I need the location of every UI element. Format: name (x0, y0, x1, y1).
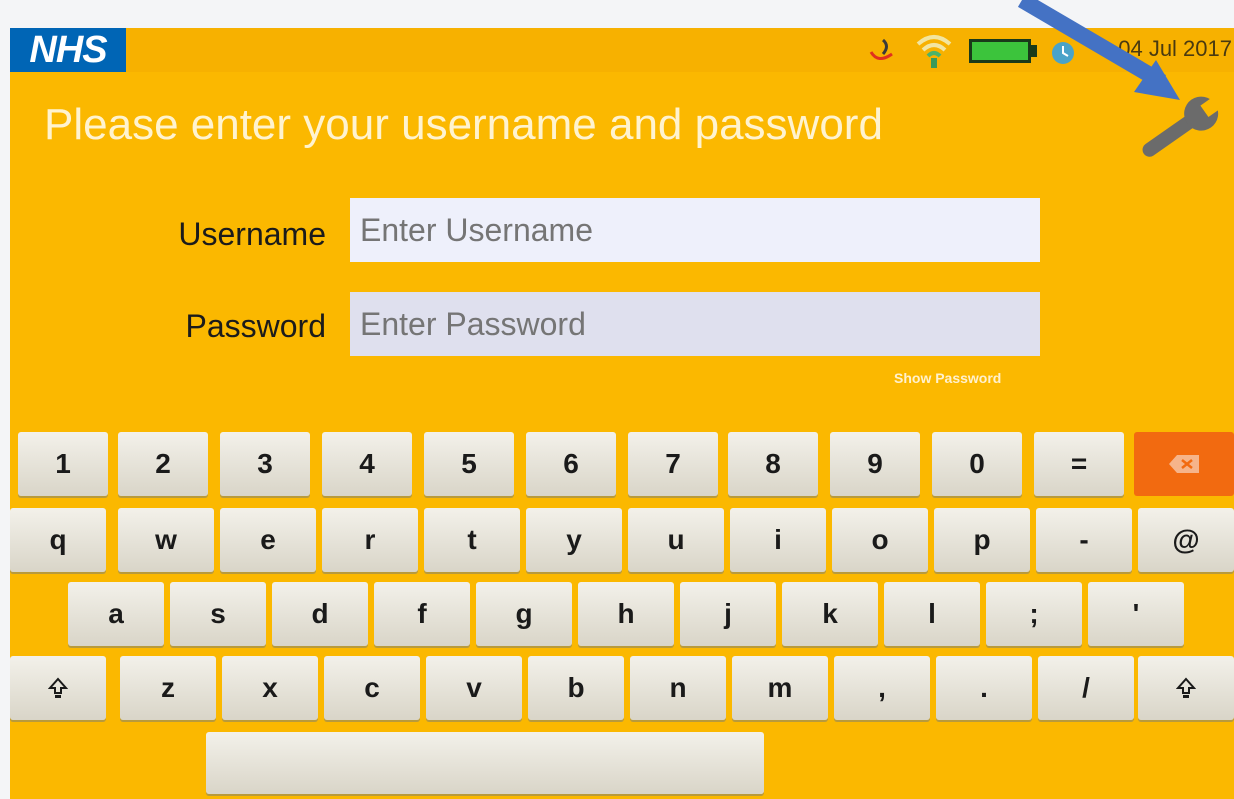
key-v[interactable]: v (426, 656, 522, 720)
key-slash[interactable]: / (1038, 656, 1134, 720)
key-p[interactable]: p (934, 508, 1030, 572)
key-9[interactable]: 9 (830, 432, 920, 496)
key-j[interactable]: j (680, 582, 776, 646)
key-f[interactable]: f (374, 582, 470, 646)
key-q[interactable]: q (10, 508, 106, 572)
key-period[interactable]: . (936, 656, 1032, 720)
key-e[interactable]: e (220, 508, 316, 572)
show-password-link[interactable]: Show Password (894, 370, 1001, 386)
key-space[interactable] (206, 732, 764, 794)
key-0[interactable]: 0 (932, 432, 1022, 496)
key-apostrophe[interactable]: ' (1088, 582, 1184, 646)
key-z[interactable]: z (120, 656, 216, 720)
key-equals[interactable]: = (1034, 432, 1124, 496)
key-semicolon[interactable]: ; (986, 582, 1082, 646)
key-minus[interactable]: - (1036, 508, 1132, 572)
key-n[interactable]: n (630, 656, 726, 720)
username-label: Username (178, 216, 326, 252)
wrench-icon[interactable] (1128, 90, 1224, 170)
key-comma[interactable]: , (834, 656, 930, 720)
key-o[interactable]: o (832, 508, 928, 572)
key-k[interactable]: k (782, 582, 878, 646)
shift-icon (1176, 677, 1196, 698)
key-a[interactable]: a (68, 582, 164, 646)
shift-icon (48, 677, 68, 698)
key-b[interactable]: b (528, 656, 624, 720)
key-7[interactable]: 7 (628, 432, 718, 496)
key-h[interactable]: h (578, 582, 674, 646)
key-y[interactable]: y (526, 508, 622, 572)
key-u[interactable]: u (628, 508, 724, 572)
key-3[interactable]: 3 (220, 432, 310, 496)
gesture-icon (869, 38, 893, 60)
nhs-logo: NHS (10, 28, 126, 72)
key-4[interactable]: 4 (322, 432, 412, 496)
key-d[interactable]: d (272, 582, 368, 646)
key-g[interactable]: g (476, 582, 572, 646)
key-5[interactable]: 5 (424, 432, 514, 496)
password-field[interactable] (350, 292, 1040, 356)
login-screen: NHS 04 Jul 2017 Please enter your userna… (10, 28, 1234, 799)
key-l[interactable]: l (884, 582, 980, 646)
key-backspace[interactable] (1134, 432, 1234, 496)
clock-icon (1052, 42, 1074, 64)
key-6[interactable]: 6 (526, 432, 616, 496)
key-x[interactable]: x (222, 656, 318, 720)
key-c[interactable]: c (324, 656, 420, 720)
key-t[interactable]: t (424, 508, 520, 572)
key-1[interactable]: 1 (18, 432, 108, 496)
key-i[interactable]: i (730, 508, 826, 572)
key-shift-left[interactable] (10, 656, 106, 720)
wifi-icon (916, 35, 952, 68)
key-w[interactable]: w (118, 508, 214, 572)
backspace-icon (1169, 455, 1199, 473)
username-field[interactable] (350, 198, 1040, 262)
page-title: Please enter your username and password (44, 100, 883, 149)
battery-icon (969, 39, 1037, 63)
key-8[interactable]: 8 (728, 432, 818, 496)
key-r[interactable]: r (322, 508, 418, 572)
password-label: Password (185, 308, 327, 344)
key-2[interactable]: 2 (118, 432, 208, 496)
key-at[interactable]: @ (1138, 508, 1234, 572)
key-shift-right[interactable] (1138, 656, 1234, 720)
key-m[interactable]: m (732, 656, 828, 720)
date-label: 04 Jul 2017 (1118, 36, 1232, 61)
key-s[interactable]: s (170, 582, 266, 646)
status-bar: NHS 04 Jul 2017 (10, 28, 1234, 72)
